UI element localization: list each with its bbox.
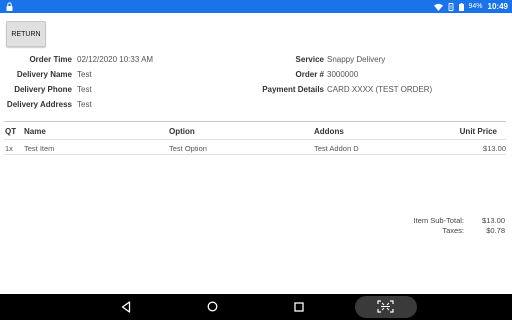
service-value: Snappy Delivery xyxy=(327,55,386,64)
recents-icon[interactable] xyxy=(294,302,304,312)
home-icon[interactable] xyxy=(207,301,218,312)
back-icon[interactable] xyxy=(121,301,131,313)
delivery-phone-label: Delivery Phone xyxy=(14,85,72,94)
navigation-bar xyxy=(0,294,512,320)
wifi-icon xyxy=(433,3,443,11)
battery-icon xyxy=(458,2,464,11)
payment-details-value: CARD XXXX (TEST ORDER) xyxy=(327,85,433,94)
order-number-label: Order # xyxy=(295,70,324,79)
payment-details-label: Payment Details xyxy=(262,85,324,94)
return-button[interactable]: RETURN xyxy=(6,21,46,47)
col-header-name: Name xyxy=(24,127,46,136)
taxes-value: $0.78 xyxy=(486,226,505,235)
row-divider xyxy=(4,154,506,155)
col-header-option: Option xyxy=(169,127,195,136)
scan-icon[interactable] xyxy=(377,300,394,313)
delivery-name-value: Test xyxy=(77,70,92,79)
order-time-label: Order Time xyxy=(29,55,72,64)
service-label: Service xyxy=(295,55,324,64)
header-divider xyxy=(4,139,506,140)
clock: 10:49 xyxy=(487,2,508,11)
row-addons: Test Addon D xyxy=(314,144,359,153)
taxes-label: Taxes: xyxy=(442,226,464,235)
lock-icon xyxy=(6,2,13,11)
subtotal-label: Item Sub-Total: xyxy=(413,216,464,225)
row-qty: 1x xyxy=(5,144,13,153)
col-header-addons: Addons xyxy=(314,127,344,136)
row-name: Test Item xyxy=(24,144,55,153)
table-top-divider xyxy=(4,121,506,122)
delivery-address-label: Delivery Address xyxy=(6,100,72,109)
delivery-address-value: Test xyxy=(77,100,92,109)
subtotal-value: $13.00 xyxy=(482,216,505,225)
vibrate-icon xyxy=(448,2,453,11)
battery-percent: 94% xyxy=(468,3,483,10)
col-header-qty: QT xyxy=(5,127,17,136)
row-unit-price: $13.00 xyxy=(483,144,506,153)
order-number-value: 3000000 xyxy=(327,70,359,79)
delivery-phone-value: Test xyxy=(77,85,92,94)
col-header-unit-price: Unit Price xyxy=(459,127,497,136)
status-bar: 94% 10:49 xyxy=(0,0,512,13)
delivery-name-label: Delivery Name xyxy=(16,70,72,79)
order-time-value: 02/12/2020 10:33 AM xyxy=(77,55,154,64)
row-option: Test Option xyxy=(169,144,207,153)
